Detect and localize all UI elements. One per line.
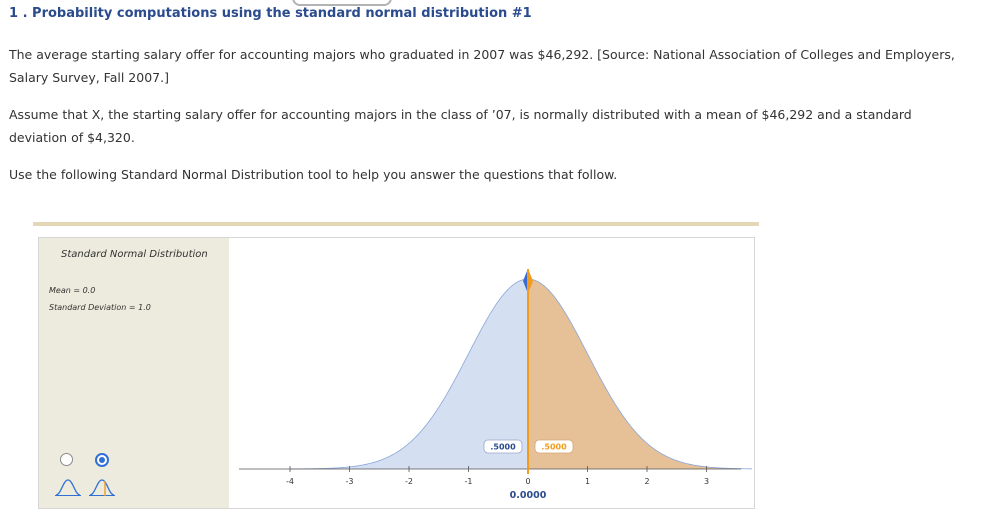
axis-tick-label: 0 <box>525 477 530 486</box>
question-paragraph-2: Assume that X, the starting salary offer… <box>9 103 969 149</box>
axis-tick-label: -4 <box>286 477 294 486</box>
question-title: 1 . Probability computations using the s… <box>9 6 532 21</box>
axis-tick-label: -2 <box>405 477 413 486</box>
axis-tick-label: 1 <box>585 477 590 486</box>
mean-text: Mean = 0.0 <box>49 286 96 295</box>
normal-distribution-tool: Standard Normal Distribution Mean = 0.0 … <box>38 237 755 509</box>
z-value-label: 0.0000 <box>510 490 547 501</box>
section-divider <box>33 222 759 226</box>
normal-curve-plot: -4-3-2-101234 .5000 .5000 0.0000 z <box>239 269 752 501</box>
sd-text: Standard Deviation = 1.0 <box>49 303 151 312</box>
tool-title: Standard Normal Distribution <box>61 249 208 260</box>
question-paragraph-3: Use the following Standard Normal Distri… <box>9 167 618 182</box>
axis-tick-label: -1 <box>465 477 473 486</box>
two-sided-radio[interactable] <box>95 453 109 467</box>
paragraph-1-line-2: Salary Survey, Fall 2007.] <box>9 70 169 85</box>
axis-tick-label: 3 <box>704 477 709 486</box>
tool-side-panel: Standard Normal Distribution Mean = 0.0 … <box>39 238 229 508</box>
question-paragraph-1: The average starting salary offer for ac… <box>9 43 969 89</box>
left-area-label: .5000 <box>490 443 516 452</box>
paragraph-1-line-1: The average starting salary offer for ac… <box>9 47 955 62</box>
paragraph-2-line-2: deviation of $4,320. <box>9 130 135 145</box>
two-sided-mode-icon[interactable] <box>89 477 115 497</box>
right-area-label: .5000 <box>541 443 567 452</box>
axis-tick-label: 2 <box>644 477 649 486</box>
paragraph-2-line-1: Assume that X, the starting salary offer… <box>9 107 912 122</box>
one-sided-mode-icon[interactable] <box>55 477 81 497</box>
one-sided-radio[interactable] <box>60 453 73 466</box>
axis-tick-label: -3 <box>346 477 354 486</box>
